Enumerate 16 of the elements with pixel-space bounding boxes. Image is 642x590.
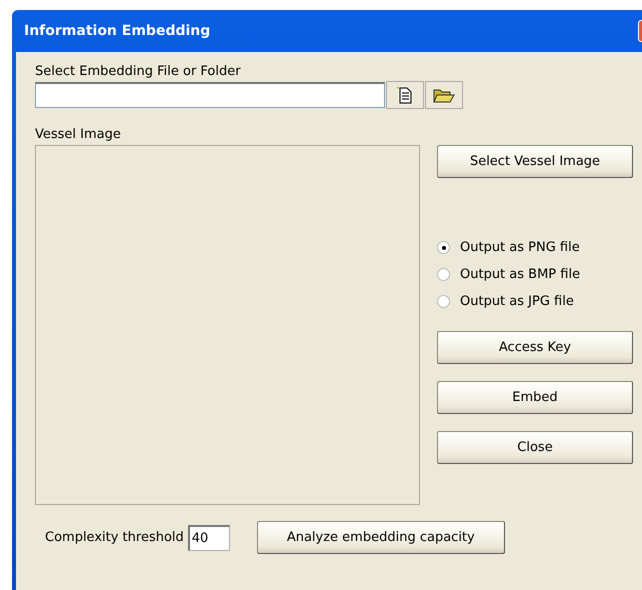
action-button[interactable]: Embed <box>437 381 633 414</box>
select-image-button[interactable]: Select Vessel Image <box>437 145 633 178</box>
field-label: Select Embedding File or Folder <box>35 64 242 79</box>
window-title: Information Embedding <box>24 23 210 39</box>
file-path-field[interactable] <box>35 82 385 108</box>
analyze-button[interactable]: Analyze embedding capacity <box>256 521 505 554</box>
action-button[interactable]: Close <box>437 431 633 464</box>
threshold-field[interactable]: 40 <box>188 524 230 550</box>
format-radio[interactable]: Output as BMP file <box>437 267 633 282</box>
open-folder-button[interactable] <box>425 81 463 109</box>
threshold-label: Complexity threshold <box>45 530 184 545</box>
new-file-button[interactable] <box>386 81 424 109</box>
format-radio[interactable]: Output as JPG file <box>437 294 633 309</box>
section-label: Vessel Image <box>35 127 122 142</box>
format-radio[interactable]: Output as PNG file <box>437 240 633 255</box>
action-button[interactable]: Access Key <box>437 331 633 364</box>
